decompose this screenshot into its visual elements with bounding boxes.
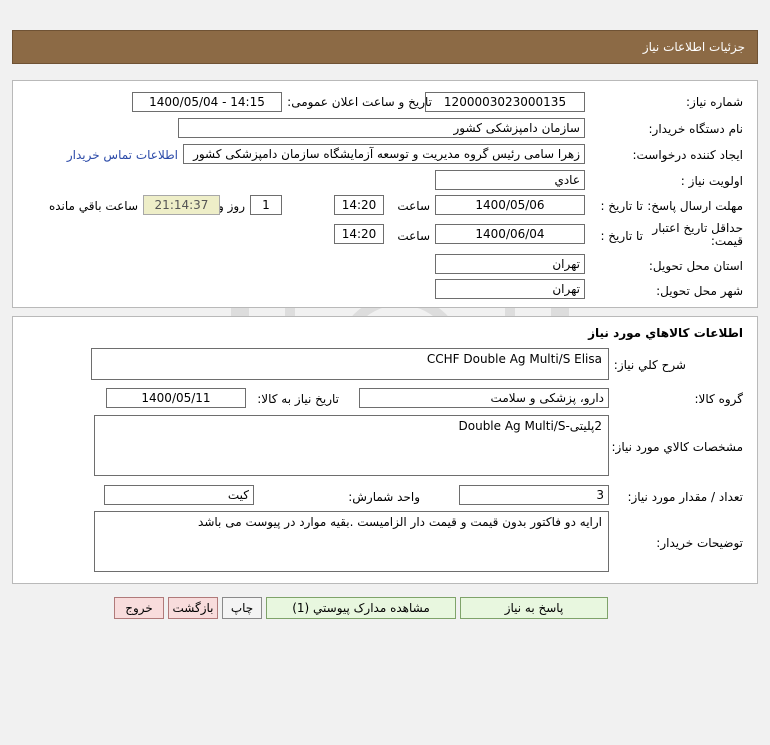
buyer-contact-link[interactable]: اطلاعات تماس خریدار <box>67 148 178 162</box>
deadline-time-label: ساعت <box>397 199 430 213</box>
delivery-city-field: تهران <box>435 279 585 299</box>
quantity-label: تعداد / مقدار مورد نیاز: <box>627 490 743 504</box>
goods-need-date-label: تاریخ نیاز به کالا: <box>257 392 339 406</box>
creator-field: زهرا سامی رئیس گروه مدیریت و توسعه آزمای… <box>183 144 585 164</box>
general-description-text: CCHF Double Ag Multi/S Elisa <box>426 352 602 366</box>
quantity-field: 3 <box>459 485 609 505</box>
deadline-label: مهلت ارسال پاسخ: <box>647 199 743 213</box>
buyer-notes-label: توضیحات خریدار: <box>656 536 743 550</box>
price-validity-label: حداقل تاریخ اعتبار قیمت: <box>652 221 743 248</box>
deadline-date-field: 1400/05/06 <box>435 195 585 215</box>
buyer-org-label: نام دستگاه خریدار: <box>648 122 744 136</box>
announce-datetime-field: 1400/05/04 - 14:15 <box>132 92 282 112</box>
buyer-org-field: سازمان دامپزشکی کشور <box>178 118 585 138</box>
goods-section-title: اطلاعات کالاهاي مورد نياز <box>588 326 743 340</box>
validity-time-label: ساعت <box>397 229 430 243</box>
delivery-city-label: شهر محل تحویل: <box>656 284 743 298</box>
validity-time-field: 14:20 <box>334 224 384 244</box>
need-number-label: شماره نیاز: <box>686 95 743 109</box>
unit-label: واحد شمارش: <box>348 490 420 504</box>
days-label: روز و <box>218 199 245 213</box>
respond-button[interactable]: پاسخ به نیاز <box>460 597 608 619</box>
goods-group-label: گروه کالا: <box>694 392 744 406</box>
delivery-province-field: تهران <box>435 254 585 274</box>
buyer-notes-field: ارایه دو فاکتور بدون قیمت و قیمت دار الز… <box>94 511 609 572</box>
print-button[interactable]: چاپ <box>222 597 262 619</box>
page-header: جزئیات اطلاعات نیاز <box>12 30 758 64</box>
validity-date-field: 1400/06/04 <box>435 224 585 244</box>
deadline-time-field: 14:20 <box>334 195 384 215</box>
announce-datetime-label: تاریخ و ساعت اعلان عمومی: <box>287 95 432 109</box>
exit-button[interactable]: خروج <box>114 597 164 619</box>
view-attachments-button[interactable]: مشاهده مدارک پیوستي (1) <box>266 597 456 619</box>
unit-field: کیت <box>104 485 254 505</box>
remaining-time-field: 21:14:37 <box>143 195 220 215</box>
goods-spec-field: 2پلیتی-Double Ag Multi/S <box>94 415 609 476</box>
goods-spec-label: مشخصات کالاي مورد نياز: <box>611 440 743 454</box>
goods-need-date-field: 1400/05/11 <box>106 388 246 408</box>
validity-to-date-label: تا تاریخ : <box>600 229 643 243</box>
general-description-label: شرح کلي نياز: <box>613 358 686 372</box>
goods-spec-text: 2پلیتی-Double Ag Multi/S <box>458 419 603 433</box>
page-title: جزئیات اطلاعات نیاز <box>642 40 745 54</box>
buyer-notes-text: ارایه دو فاکتور بدون قیمت و قیمت دار الز… <box>198 515 602 529</box>
back-button[interactable]: بازگشت <box>168 597 218 619</box>
priority-label: اولویت نیاز : <box>680 174 743 188</box>
delivery-province-label: استان محل تحویل: <box>648 259 743 273</box>
priority-field: عادي <box>435 170 585 190</box>
days-remaining-field: 1 <box>250 195 282 215</box>
need-details-panel <box>12 80 758 308</box>
general-description-field: CCHF Double Ag Multi/S Elisa <box>91 348 609 380</box>
need-number-field: 1200003023000135 <box>425 92 585 112</box>
deadline-to-date-label: تا تاریخ : <box>600 199 643 213</box>
goods-group-field: دارو، پزشکی و سلامت <box>359 388 609 408</box>
remaining-time-label: ساعت باقي مانده <box>48 199 138 213</box>
creator-label: ایجاد کننده درخواست: <box>632 148 743 162</box>
